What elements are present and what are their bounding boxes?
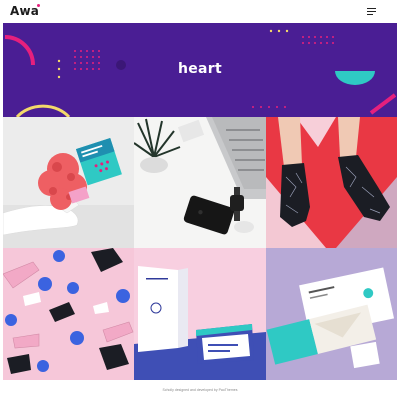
book-image [134,248,266,380]
portfolio-item-desk[interactable] [134,117,266,248]
site-logo[interactable]: Awa [10,4,39,18]
hero-banner: heart [3,23,397,117]
socks-pink-image [3,248,134,380]
cards-image [266,248,397,380]
portfolio-item-sculpture[interactable] [3,117,134,248]
hero-title: heart [177,61,222,77]
hamburger-menu-icon[interactable] [367,8,376,16]
socks-red-image [266,117,397,248]
sculpture-image [3,117,134,248]
portfolio-grid [3,117,397,380]
desk-image [134,117,266,248]
footer-credit: Scholly designed and developed by PaoThe… [162,388,238,392]
portfolio-item-cards[interactable] [266,248,397,380]
portfolio-item-book[interactable] [134,248,266,380]
logo-dot [37,4,40,7]
portfolio-item-socks-red[interactable] [266,117,397,248]
portfolio-item-socks-pink[interactable] [3,248,134,380]
site-header: Awa [0,0,400,23]
